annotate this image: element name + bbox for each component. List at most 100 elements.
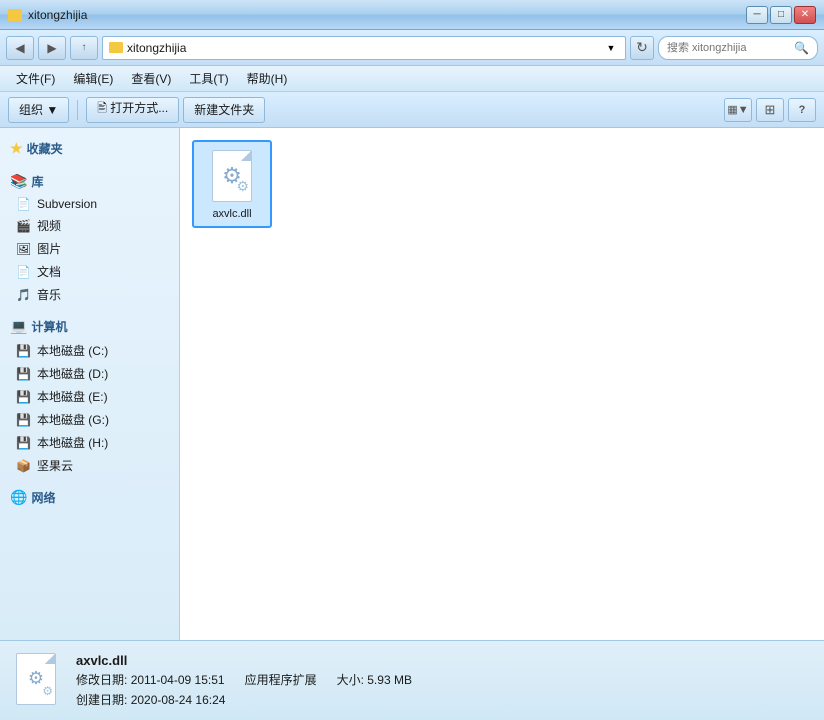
minimize-button[interactable]: ─ [746, 6, 768, 24]
sidebar-item-drive-d-label: 本地磁盘 (D:) [37, 365, 108, 382]
toolbar-right: ▦▼ ⊞ ? [724, 98, 816, 122]
menu-tools[interactable]: 工具(T) [181, 68, 236, 89]
drive-e-icon: 💾 [16, 390, 31, 404]
path-folder-icon [109, 42, 123, 53]
sidebar-item-drive-g[interactable]: 💾 本地磁盘 (G:) [0, 408, 179, 431]
status-created: 创建日期: 2020-08-24 16:24 [76, 691, 412, 708]
sidebar-item-pictures[interactable]: 🖼 图片 [0, 237, 179, 260]
sidebar-item-drive-c-label: 本地磁盘 (C:) [37, 342, 108, 359]
status-modified-value: 2011-04-09 15:51 [131, 673, 225, 687]
computer-icon: 💻 [10, 318, 27, 335]
close-button[interactable]: ✕ [794, 6, 816, 24]
music-icon: 🎵 [16, 288, 31, 302]
star-icon: ★ [10, 140, 23, 157]
back-button[interactable]: ◀ [6, 36, 34, 60]
drive-d-icon: 💾 [16, 367, 31, 381]
network-label: 网络 [31, 489, 55, 506]
path-dropdown-icon[interactable]: ▼ [603, 43, 619, 53]
menu-bar: 文件(F) 编辑(E) 查看(V) 工具(T) 帮助(H) [0, 66, 824, 92]
search-icon[interactable]: 🔍 [794, 41, 809, 55]
sidebar-item-jianguoyun[interactable]: 📦 坚果云 [0, 454, 179, 477]
open-with-button[interactable]: 🖹 打开方式... [86, 97, 179, 123]
title-bar-left: xitongzhijia [8, 8, 87, 22]
computer-header: 💻 计算机 [0, 314, 179, 339]
status-size-label: 大小: 5.93 MB [337, 673, 412, 687]
menu-help[interactable]: 帮助(H) [239, 68, 296, 89]
dll-icon-paper: ⚙ ⚙ [212, 150, 252, 202]
sidebar-item-jianguoyun-label: 坚果云 [37, 457, 73, 474]
sidebar-item-drive-h[interactable]: 💾 本地磁盘 (H:) [0, 431, 179, 454]
sidebar-item-video[interactable]: 🎬 视频 [0, 214, 179, 237]
title-bar-title: xitongzhijia [28, 8, 87, 22]
sidebar-item-drive-d[interactable]: 💾 本地磁盘 (D:) [0, 362, 179, 385]
maximize-button[interactable]: □ [770, 6, 792, 24]
search-box[interactable]: 🔍 [658, 36, 818, 60]
sidebar-item-drive-g-label: 本地磁盘 (G:) [37, 411, 109, 428]
preview-pane-button[interactable]: ⊞ [756, 98, 784, 122]
status-icon-paper: ⚙ ⚙ [16, 653, 56, 705]
main-area: ★ 收藏夹 📚 库 📄 Subversion 🎬 视频 🖼 图片 📄 文档 🎵 … [0, 128, 824, 640]
dll-file-icon: ⚙ ⚙ [208, 148, 256, 204]
library-icon: 📚 [10, 173, 27, 190]
toolbar-separator [77, 100, 78, 120]
sidebar-item-documents[interactable]: 📄 文档 [0, 260, 179, 283]
jianguoyun-icon: 📦 [16, 459, 31, 473]
status-gear-big-icon: ⚙ [28, 668, 44, 689]
new-folder-button[interactable]: 新建文件夹 [183, 97, 265, 123]
title-bar: xitongzhijia ─ □ ✕ [0, 0, 824, 30]
up-button[interactable]: ↑ [70, 36, 98, 60]
drive-g-icon: 💾 [16, 413, 31, 427]
network-header: 🌐 网络 [0, 485, 179, 510]
video-icon: 🎬 [16, 219, 31, 233]
sidebar-item-drive-e-label: 本地磁盘 (E:) [37, 388, 108, 405]
menu-view[interactable]: 查看(V) [123, 68, 179, 89]
gear-big-icon: ⚙ [222, 163, 242, 189]
sidebar-item-subversion-label: Subversion [37, 197, 97, 211]
sidebar-item-music[interactable]: 🎵 音乐 [0, 283, 179, 306]
file-name-label: axvlc.dll [212, 208, 251, 220]
address-bar: ◀ ▶ ↑ xitongzhijia ▼ ↻ 🔍 [0, 30, 824, 66]
favorites-header: ★ 收藏夹 [0, 136, 179, 161]
sidebar-item-subversion[interactable]: 📄 Subversion [0, 194, 179, 214]
library-header: 📚 库 [0, 169, 179, 194]
sidebar-item-music-label: 音乐 [37, 286, 61, 303]
subversion-icon: 📄 [16, 197, 31, 211]
search-input[interactable] [667, 42, 790, 54]
sidebar-item-video-label: 视频 [37, 217, 61, 234]
organize-button[interactable]: 组织 ▼ [8, 97, 69, 123]
status-bar: ⚙ ⚙ axvlc.dll 修改日期: 2011-04-09 15:51 应用程… [0, 640, 824, 720]
sidebar-item-drive-e[interactable]: 💾 本地磁盘 (E:) [0, 385, 179, 408]
documents-icon: 📄 [16, 265, 31, 279]
status-created-value: 2020-08-24 16:24 [131, 693, 226, 707]
sidebar-item-drive-c[interactable]: 💾 本地磁盘 (C:) [0, 339, 179, 362]
forward-button[interactable]: ▶ [38, 36, 66, 60]
status-modified-label: 修改日期: [76, 673, 127, 687]
status-created-label: 创建日期: [76, 693, 127, 707]
status-info: axvlc.dll 修改日期: 2011-04-09 15:51 应用程序扩展 … [76, 653, 412, 708]
sidebar-item-drive-h-label: 本地磁盘 (H:) [37, 434, 108, 451]
computer-label: 计算机 [31, 318, 67, 335]
status-file-icon: ⚙ ⚙ [12, 653, 60, 709]
sidebar-item-documents-label: 文档 [37, 263, 61, 280]
address-path-box[interactable]: xitongzhijia ▼ [102, 36, 626, 60]
sidebar: ★ 收藏夹 📚 库 📄 Subversion 🎬 视频 🖼 图片 📄 文档 🎵 … [0, 128, 180, 640]
menu-file[interactable]: 文件(F) [8, 68, 63, 89]
toolbar: 组织 ▼ 🖹 打开方式... 新建文件夹 ▦▼ ⊞ ? [0, 92, 824, 128]
status-filename: axvlc.dll [76, 653, 412, 668]
menu-edit[interactable]: 编辑(E) [65, 68, 121, 89]
status-type-label: 应用程序扩展 [245, 673, 317, 687]
file-grid: ⚙ ⚙ axvlc.dll [192, 140, 812, 228]
file-item-axvlc[interactable]: ⚙ ⚙ axvlc.dll [192, 140, 272, 228]
library-label: 库 [31, 173, 43, 190]
sidebar-item-pictures-label: 图片 [37, 240, 61, 257]
drive-h-icon: 💾 [16, 436, 31, 450]
help-button[interactable]: ? [788, 98, 816, 122]
pictures-icon: 🖼 [16, 242, 31, 256]
file-area: ⚙ ⚙ axvlc.dll [180, 128, 824, 640]
view-options-button[interactable]: ▦▼ [724, 98, 752, 122]
title-bar-buttons: ─ □ ✕ [746, 6, 816, 24]
status-modified: 修改日期: 2011-04-09 15:51 应用程序扩展 大小: 5.93 M… [76, 671, 412, 688]
address-path-text: xitongzhijia [127, 41, 186, 55]
refresh-button[interactable]: ↻ [630, 36, 654, 60]
network-header-icon: 🌐 [10, 489, 27, 506]
